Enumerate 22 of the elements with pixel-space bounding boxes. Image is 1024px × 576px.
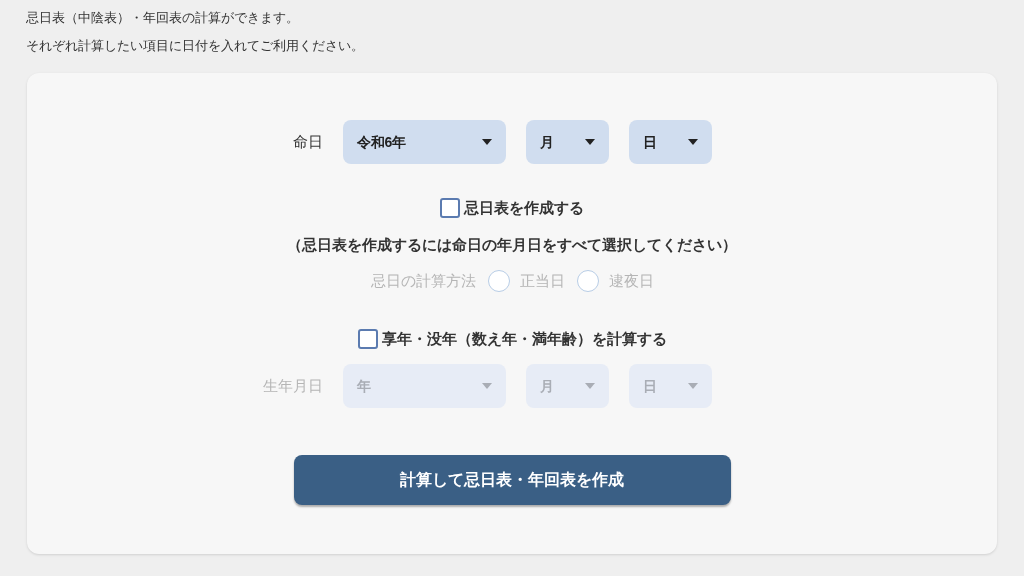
caret-icon: [584, 139, 595, 145]
field-label: 生年月日: [262, 375, 323, 397]
caret-icon: [481, 383, 492, 389]
checkbox[interactable]: [357, 328, 378, 349]
radio-label: 逮夜日: [608, 271, 654, 292]
submit-button[interactable]: 計算して忌日表・年回表を作成: [293, 455, 731, 505]
checkbox[interactable]: [440, 198, 460, 219]
caret-icon: [481, 139, 492, 145]
dropdown[interactable]: 日: [628, 120, 712, 164]
caret-icon: [584, 383, 595, 389]
checkbox-label: 享年・没年（数え年・満年齢）を計算する: [381, 328, 667, 350]
note-text: （忌日表を作成するには命日の年月日をすべて選択してください）: [287, 234, 737, 256]
method-label: 忌日の計算方法: [370, 271, 476, 292]
dropdown[interactable]: 令和6年: [342, 120, 506, 164]
radio-label: 正当日: [519, 271, 565, 292]
checkbox-label: 忌日表を作成する: [464, 198, 584, 219]
dropdown[interactable]: 月: [525, 120, 609, 164]
caret-icon: [687, 139, 698, 145]
field-label: 命日: [292, 131, 323, 153]
intro-text: それぞれ計算したい項目に日付を入れてご利用ください。: [26, 36, 365, 55]
intro-text: 忌日表（中陰表）・年回表の計算ができます。: [26, 9, 300, 27]
caret-icon: [687, 383, 698, 389]
